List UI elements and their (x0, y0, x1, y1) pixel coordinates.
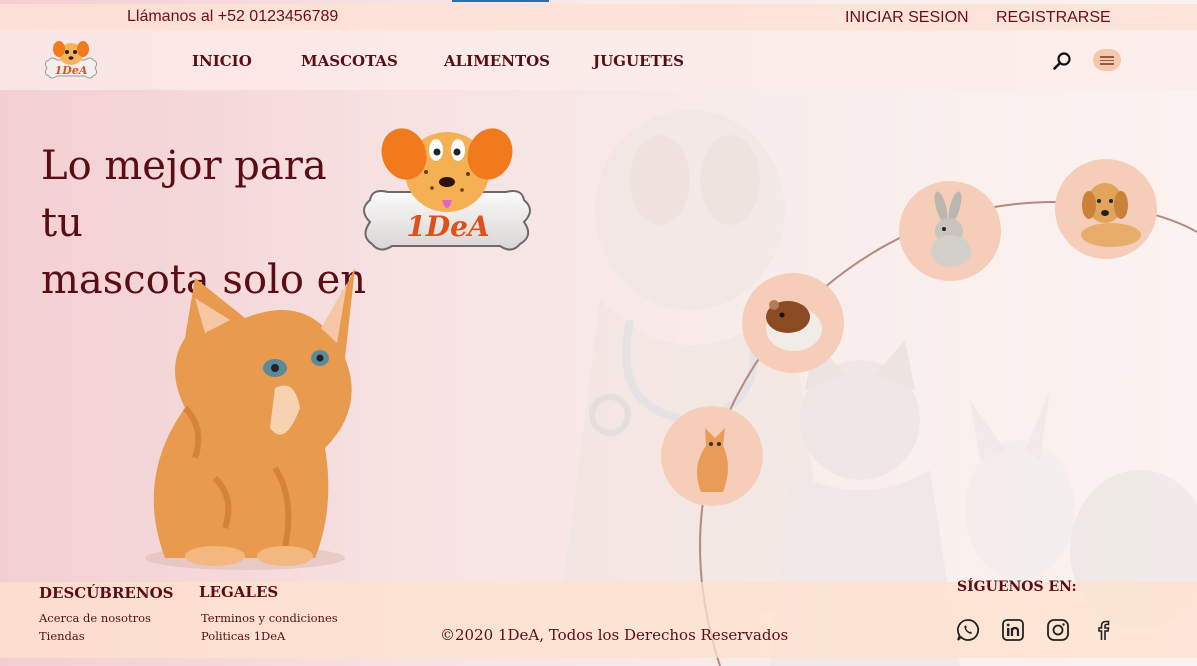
kitten-icon (697, 428, 728, 492)
nav-item-juguetes[interactable]: JUGUETES (593, 52, 684, 70)
copyright: ©2020 1DeA, Todos los Derechos Reservado… (440, 626, 788, 644)
search-icon[interactable] (1052, 51, 1072, 71)
nav-item-inicio[interactable]: INICIO (192, 52, 252, 70)
brand-logo[interactable]: 1DeA (41, 38, 101, 84)
rabbit-icon (931, 191, 971, 267)
linkedin-icon[interactable] (1001, 618, 1025, 642)
facebook-icon[interactable] (1091, 618, 1115, 642)
stores-link[interactable]: Tiendas (39, 629, 85, 643)
follow-us-heading: SÍGUENOS EN: (957, 579, 1077, 595)
phone-number: Llámanos al +52 0123456789 (127, 8, 339, 25)
privacy-policy-link[interactable]: Politicas 1DeA (201, 629, 285, 643)
pet-category-kitten[interactable] (661, 406, 763, 506)
svg-text:1DeA: 1DeA (55, 64, 88, 77)
discover-heading: DESCÚBRENOS (39, 584, 174, 602)
copyright-icon: © (440, 626, 455, 644)
login-link[interactable]: INICIAR SESION (845, 9, 969, 27)
whatsapp-icon[interactable] (956, 618, 980, 642)
hamster-icon (766, 300, 822, 351)
hamburger-menu-icon[interactable] (1093, 49, 1121, 71)
svg-text:1DeA: 1DeA (406, 210, 489, 243)
active-indicator (452, 0, 549, 2)
legal-heading: LEGALES (199, 583, 279, 601)
instagram-icon[interactable] (1046, 618, 1070, 642)
nav-item-alimentos[interactable]: ALIMENTOS (444, 52, 550, 70)
main-navigation: 1DeA INICIO MASCOTAS ALIMENTOS JUGUETES (0, 30, 1197, 90)
kitten-image (145, 268, 355, 570)
nav-item-mascotas[interactable]: MASCOTAS (301, 52, 398, 70)
hero-brand-logo: 1DeA (363, 128, 531, 251)
pet-category-rabbit[interactable] (899, 181, 1001, 281)
about-us-link[interactable]: Acerca de nosotros (39, 611, 151, 625)
hero-title-line-1: Lo mejor para tu (41, 143, 327, 246)
terms-link[interactable]: Terminos y condiciones (201, 611, 338, 625)
copyright-text: 2020 1DeA, Todos los Derechos Reservados (455, 626, 789, 644)
pet-category-hamster[interactable] (742, 273, 844, 373)
footer: DESCÚBRENOS Acerca de nosotros Tiendas L… (0, 579, 1197, 658)
top-contact-bar: Llámanos al +52 0123456789 INICIAR SESIO… (0, 0, 1197, 30)
pet-category-dog[interactable] (1055, 159, 1157, 259)
register-link[interactable]: REGISTRARSE (996, 9, 1111, 27)
dog-icon (1081, 183, 1141, 247)
